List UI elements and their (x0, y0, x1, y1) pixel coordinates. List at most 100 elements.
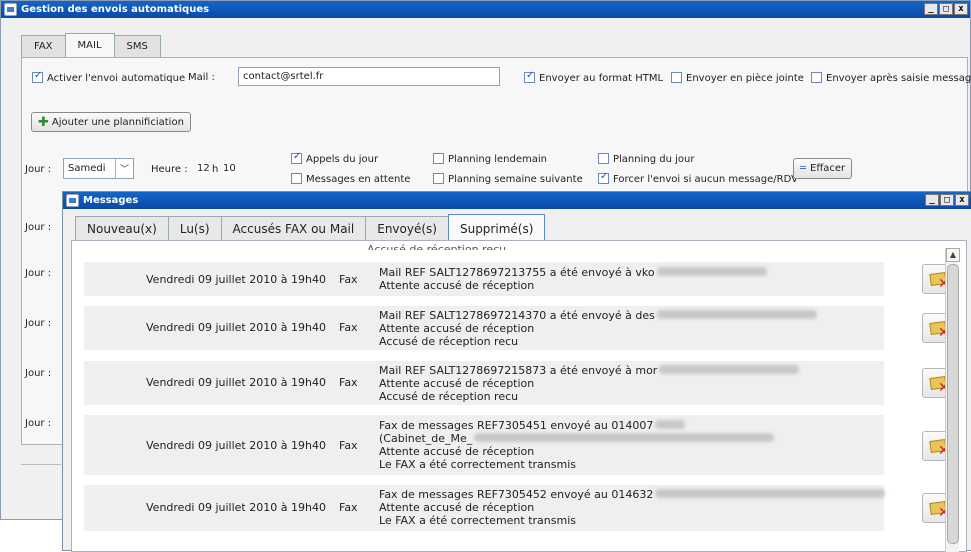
messages-title-bar[interactable]: Messages _ □ x (63, 192, 971, 209)
app-icon (4, 3, 17, 16)
day-select[interactable]: Samedi ﹀ (63, 158, 134, 179)
redacted-text (656, 310, 817, 319)
add-planning-button[interactable]: ✚ Ajouter une plannificiation (31, 112, 191, 132)
messages-en-attente-checkbox[interactable] (291, 173, 302, 184)
tab-lus[interactable]: Lu(s) (167, 216, 222, 240)
html-format-option[interactable]: Envoyer au format HTML (524, 70, 664, 84)
html-format-checkbox[interactable] (524, 70, 535, 83)
close-button[interactable]: x (954, 3, 968, 15)
messages-tabs: Nouveau(x) Lu(s) Accusés FAX ou Mail Env… (75, 214, 546, 240)
add-planning-label: Ajouter une plannificiation (51, 116, 184, 128)
message-row[interactable]: Vendredi 09 juillet 2010 à 19h40 Fax Mai… (84, 262, 884, 296)
messages-minimize-button[interactable]: _ (925, 194, 939, 206)
message-line: Mail REF SALT1278697215873 a été envoyé … (379, 364, 658, 377)
appels-du-jour-checkbox[interactable] (291, 151, 302, 164)
attachment-label: Envoyer en pièce jointe (686, 73, 804, 84)
message-type: Fax (339, 501, 358, 514)
activate-auto-option[interactable]: Activer l'envoi automatique (32, 70, 185, 84)
messages-scrollbar[interactable]: ▲ (945, 248, 960, 552)
messages-maximize-button[interactable]: □ (940, 194, 954, 206)
app-icon (66, 194, 79, 207)
messages-window: Messages _ □ x Nouveau(x) Lu(s) Accusés … (62, 191, 971, 552)
message-line: Accusé de réception recu (379, 390, 519, 403)
message-type: Fax (339, 273, 358, 286)
option-planning-semaine-suivante[interactable]: Planning semaine suivante (433, 173, 583, 185)
message-line: Attente accusé de réception (379, 377, 535, 390)
option-planning-lendemain[interactable]: Planning lendemain (433, 153, 547, 165)
message-type: Fax (339, 439, 358, 452)
attachment-checkbox[interactable] (671, 72, 682, 83)
option-forcer-envoi[interactable]: Forcer l'envoi si aucun message/RDV (598, 171, 798, 185)
jour-label-4: Jour : (25, 318, 52, 329)
message-date: Vendredi 09 juillet 2010 à 19h40 (146, 439, 326, 452)
forcer-envoi-checkbox[interactable] (598, 171, 609, 184)
divider (21, 464, 61, 465)
option-appels-du-jour[interactable]: Appels du jour (291, 151, 379, 165)
tab-supprimes[interactable]: Supprimé(s) (447, 214, 546, 240)
option-planning-du-jour[interactable]: Planning du jour (598, 153, 694, 165)
message-content: Mail REF SALT1278697214370 a été envoyé … (379, 309, 817, 348)
clear-button[interactable]: ═ Effacer (793, 158, 853, 179)
redacted-text (659, 365, 800, 374)
tab-sms[interactable]: SMS (113, 35, 161, 57)
message-line: Attente accusé de réception (379, 445, 535, 458)
message-row[interactable]: Vendredi 09 juillet 2010 à 19h40 Fax Fax… (84, 415, 884, 475)
tab-accuses[interactable]: Accusés FAX ou Mail (220, 216, 367, 240)
tab-envoyes[interactable]: Envoyé(s) (365, 216, 449, 240)
message-line: Attente accusé de réception (379, 501, 535, 514)
message-row[interactable]: Vendredi 09 juillet 2010 à 19h40 Fax Mai… (84, 306, 884, 350)
tab-nouveaux[interactable]: Nouveau(x) (75, 216, 169, 240)
tab-mail[interactable]: MAIL (64, 33, 115, 57)
message-type: Fax (339, 376, 358, 389)
after-message-option[interactable]: Envoyer après saisie message (811, 72, 971, 84)
tab-fax[interactable]: FAX (21, 35, 66, 57)
background-area (0, 520, 62, 547)
message-line: Le FAX a été correctement transmis (379, 458, 576, 471)
forcer-envoi-label: Forcer l'envoi si aucun message/RDV (613, 174, 798, 185)
message-line: Attente accusé de réception (379, 279, 535, 292)
window-controls: _ □ x (924, 3, 968, 15)
maximize-button[interactable]: □ (939, 3, 953, 15)
activate-auto-checkbox[interactable] (32, 70, 43, 83)
message-line: Mail REF SALT1278697214370 a été envoyé … (379, 309, 655, 322)
channel-tabs: FAX MAIL SMS (21, 33, 161, 57)
html-format-label: Envoyer au format HTML (539, 73, 664, 84)
planning-semaine-suivante-checkbox[interactable] (433, 173, 444, 184)
message-line: Le FAX a été correctement transmis (379, 514, 576, 527)
chevron-down-icon[interactable]: ﹀ (115, 159, 133, 178)
message-date: Vendredi 09 juillet 2010 à 19h40 (146, 376, 326, 389)
after-message-label: Envoyer après saisie message (826, 73, 971, 84)
scroll-thumb[interactable] (947, 264, 959, 544)
planning-du-jour-checkbox[interactable] (598, 153, 609, 164)
hour-field[interactable]: 12 (197, 161, 210, 176)
message-row[interactable]: Vendredi 09 juillet 2010 à 19h40 Fax Mai… (84, 361, 884, 405)
window-title-bar[interactable]: Gestion des envois automatiques _ □ x (1, 1, 970, 18)
messages-close-button[interactable]: x (955, 194, 969, 206)
planning-lendemain-checkbox[interactable] (433, 153, 444, 164)
message-line: Fax de messages REF7305452 envoyé au 014… (379, 488, 654, 501)
messages-title: Messages (83, 195, 139, 206)
message-line: Accusé de réception recu (379, 335, 519, 348)
messages-window-controls: _ □ x (925, 194, 969, 206)
attachment-option[interactable]: Envoyer en pièce jointe (671, 72, 804, 84)
appels-du-jour-label: Appels du jour (306, 154, 379, 165)
scroll-up-icon[interactable]: ▲ (946, 248, 960, 262)
message-content: Mail REF SALT1278697213755 a été envoyé … (379, 266, 767, 292)
minute-field[interactable]: 10 (223, 161, 236, 176)
message-date: Vendredi 09 juillet 2010 à 19h40 (146, 321, 326, 334)
jour-label-3: Jour : (25, 268, 52, 279)
message-type: Fax (339, 321, 358, 334)
after-message-checkbox[interactable] (811, 72, 822, 83)
message-row[interactable]: Vendredi 09 juillet 2010 à 19h40 Fax Fax… (84, 485, 886, 531)
message-content: Fax de messages REF7305452 envoyé au 014… (379, 488, 886, 527)
minimize-button[interactable]: _ (924, 3, 938, 15)
planning-du-jour-label: Planning du jour (613, 154, 695, 165)
plus-icon: ✚ (38, 114, 49, 130)
message-line: (Cabinet_de_Me_ (379, 432, 473, 445)
mail-input[interactable] (238, 67, 500, 86)
message-line: Attente accusé de réception (379, 322, 535, 335)
option-messages-en-attente[interactable]: Messages en attente (291, 173, 410, 185)
jour-label: Jour : (25, 164, 52, 175)
message-content: Fax de messages REF7305451 envoyé au 014… (379, 419, 775, 471)
messages-en-attente-label: Messages en attente (306, 174, 411, 185)
